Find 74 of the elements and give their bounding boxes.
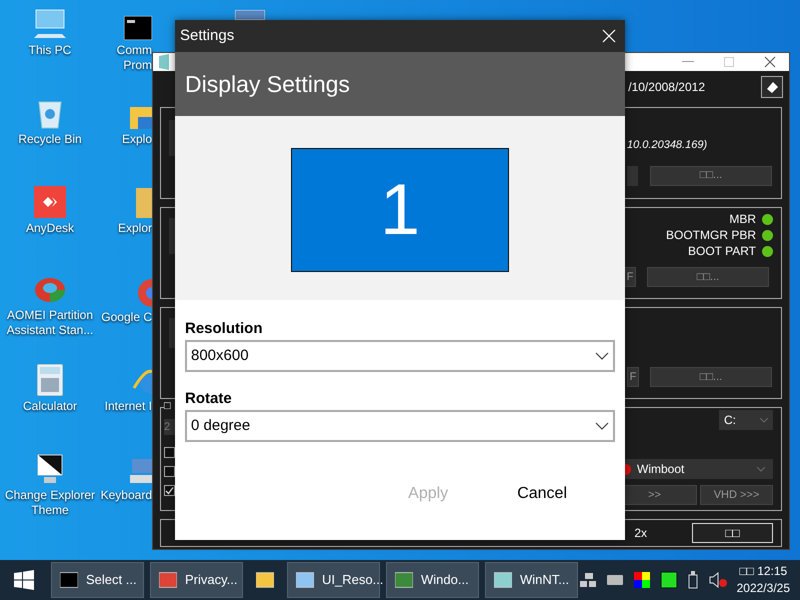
checkbox[interactable] [164,485,175,496]
app-icon [34,186,66,218]
checkbox[interactable] [164,447,175,458]
action-button[interactable]: □□ [692,523,773,543]
terminal-icon [124,16,152,40]
vhd-button[interactable]: VHD >>> [700,485,773,505]
disk-icon [33,275,67,305]
app-icon [296,572,314,588]
dropdown[interactable]: 0 degree [185,410,615,442]
app-icon [60,572,78,588]
icon-label[interactable]: Change Explorer Theme [4,488,96,518]
zoom-label: 2x [634,525,647,542]
chevron-down-icon [757,466,765,472]
computer-icon [33,8,67,40]
close-icon[interactable] [764,56,776,68]
usb-drive-icon[interactable] [688,571,698,589]
icon-label[interactable]: Google C [101,310,152,325]
app-icon [158,54,170,70]
keyboard-icon [130,457,152,485]
keyboard-icon[interactable] [606,575,623,585]
version-text: /10/2008/2012 [628,79,705,96]
app-icon [159,572,177,588]
icon-label[interactable]: AOMEI Partition Assistant Stan... [6,308,94,338]
dialog-button[interactable]: Cancel [505,480,579,508]
browse-button[interactable]: □□... [647,267,769,287]
field-label: Resolution [185,319,264,339]
taskbar-button[interactable]: Privacy... [150,562,243,598]
browse-button[interactable]: □□... [650,367,772,387]
clock[interactable]: □□ 12:15 2022/3/25 [736,563,790,597]
icon-label[interactable]: Comm Prom [116,43,152,73]
taskbar-button[interactable]: WinNT... [485,562,578,598]
icon-label[interactable]: Keyboard [100,488,152,503]
checkbox[interactable] [164,466,175,477]
icon-label[interactable]: Calculator [22,399,78,414]
calculator-icon [37,364,63,396]
icon-label[interactable]: Explor [118,221,152,236]
status-label: MBR [729,211,756,228]
status-label: BOOTMGR PBR [666,227,756,244]
monitor-tile[interactable]: 1 [291,148,509,272]
taskbar-button[interactable]: UI_Reso... [287,562,380,598]
taskbar-button[interactable]: Windo... [386,562,479,598]
status-indicator-icon[interactable] [660,572,677,588]
icon-label[interactable]: AnyDesk [26,221,74,236]
f-button[interactable]: F [624,267,636,287]
f-button[interactable]: F [627,367,639,387]
app-icon [256,572,274,588]
eraser-icon[interactable] [761,76,783,98]
icon-label[interactable]: Recycle Bin [18,132,82,147]
network-icon[interactable] [580,573,596,587]
dialog-heading: Display Settings [185,70,350,99]
taskbar-button[interactable]: Select ... [51,562,144,598]
field-label: Rotate [185,389,233,409]
icon-label[interactable]: Internet I [104,399,152,414]
color-palette-icon[interactable] [634,572,650,588]
muted-speaker-icon[interactable] [708,572,727,588]
dropdown[interactable]: 800x600 [185,340,615,372]
drive-select[interactable]: C: [719,410,773,430]
icon-label[interactable]: Explo [122,132,152,147]
window-title: Settings [180,26,234,46]
status-label: BOOT PART [688,243,756,260]
start-icon[interactable] [14,570,34,590]
monitor-icon [36,453,64,485]
app-icon [494,572,512,588]
number-field[interactable]: 2 [164,419,176,435]
chevron-down-icon [595,352,609,360]
folder-icon [136,188,152,218]
browse-button[interactable]: □□... [650,166,772,186]
button-stub [627,166,638,186]
chevron-down-icon [760,418,768,422]
app-icon [395,572,413,588]
chevron-down-icon [595,422,609,430]
build-text: 10.0.20348.169) [627,138,708,153]
minimize-icon[interactable] [682,61,694,63]
icon-label[interactable]: This PC [28,43,72,58]
